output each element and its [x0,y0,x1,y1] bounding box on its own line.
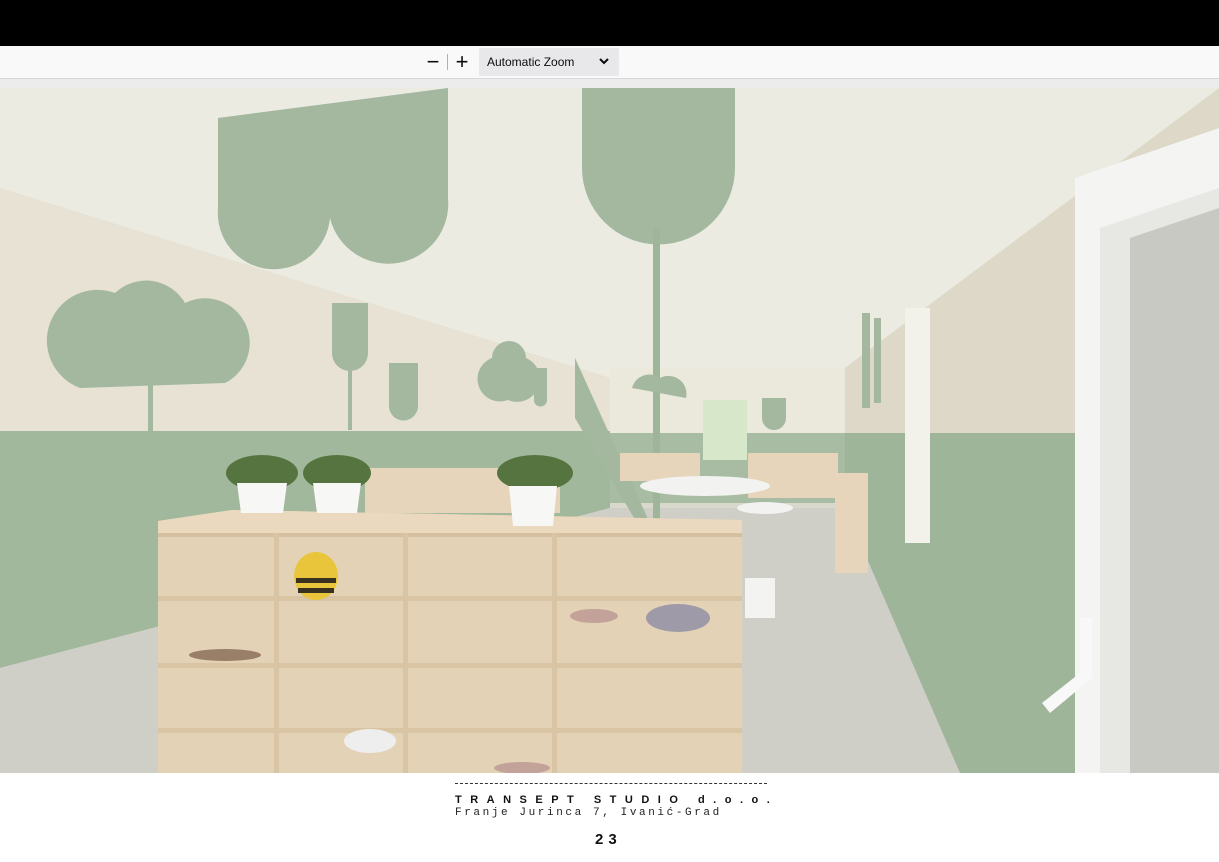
toolbar-separator [447,54,448,70]
page-number: 23 [595,831,622,848]
top-black-bar [0,0,1219,46]
minus-icon: − [426,49,440,74]
zoom-in-button[interactable]: + [450,50,474,74]
zoom-out-button[interactable]: − [421,50,445,74]
render-illustration [0,88,1219,773]
zoom-select-value: Automatic Zoom [487,55,575,69]
plus-icon: + [455,49,469,74]
page-gap [0,79,1219,88]
footer-divider [455,783,767,784]
footer-company: TRANSEPT STUDIO d.o.o. [455,794,779,806]
footer-address: Franje Jurinca 7, Ivanić-Grad [455,807,722,819]
zoom-select[interactable]: Automatic Zoom [479,48,619,76]
pdf-viewer-toolbar: − + Automatic Zoom [0,46,1219,79]
kindergarten-interior-render [0,88,1219,773]
